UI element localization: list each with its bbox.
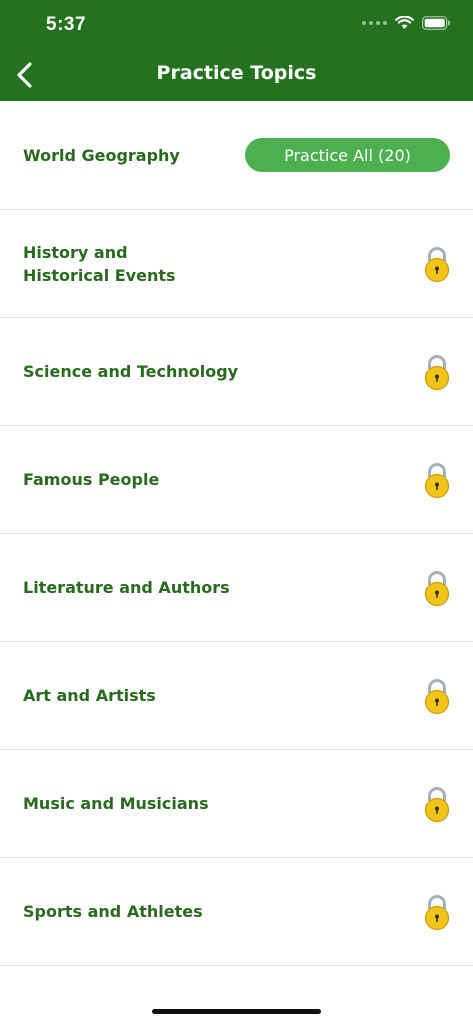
lock-icon <box>424 894 450 930</box>
lock-icon <box>424 678 450 714</box>
topics-list: World Geography Practice All (20) Histor… <box>0 101 473 966</box>
topic-row-literature-and-authors[interactable]: Literature and Authors <box>0 534 473 642</box>
lock-icon <box>424 786 450 822</box>
practice-all-button[interactable]: Practice All (20) <box>245 138 450 172</box>
home-indicator <box>152 1009 321 1014</box>
lock-icon <box>424 246 450 282</box>
battery-icon <box>422 16 450 30</box>
cellular-signal-icon <box>362 21 387 25</box>
topic-row-art-and-artists[interactable]: Art and Artists <box>0 642 473 750</box>
lock-icon <box>424 570 450 606</box>
lock-icon <box>424 354 450 390</box>
wifi-icon <box>395 16 414 29</box>
status-time: 5:37 <box>46 14 87 35</box>
topic-label: Science and Technology <box>23 362 239 381</box>
topic-label: Famous People <box>23 470 160 489</box>
topic-label: Art and Artists <box>23 686 156 705</box>
nav-header: 5:37 Practice Topics <box>0 0 473 101</box>
topic-label: Literature and Authors <box>23 578 230 597</box>
topic-label: History and Historical Events <box>23 242 176 285</box>
topic-row-science-and-technology[interactable]: Science and Technology <box>0 318 473 426</box>
lock-icon <box>424 462 450 498</box>
topic-row-famous-people[interactable]: Famous People <box>0 426 473 534</box>
topic-label: Sports and Athletes <box>23 902 203 921</box>
status-icons <box>362 16 451 30</box>
topic-row-history-and-historical-events[interactable]: History and Historical Events <box>0 210 473 318</box>
practice-all-row: World Geography Practice All (20) <box>0 101 473 210</box>
topic-row-music-and-musicians[interactable]: Music and Musicians <box>0 750 473 858</box>
page-title: Practice Topics <box>156 62 317 84</box>
topic-label: Music and Musicians <box>23 794 209 813</box>
topic-row-sports-and-athletes[interactable]: Sports and Athletes <box>0 858 473 966</box>
